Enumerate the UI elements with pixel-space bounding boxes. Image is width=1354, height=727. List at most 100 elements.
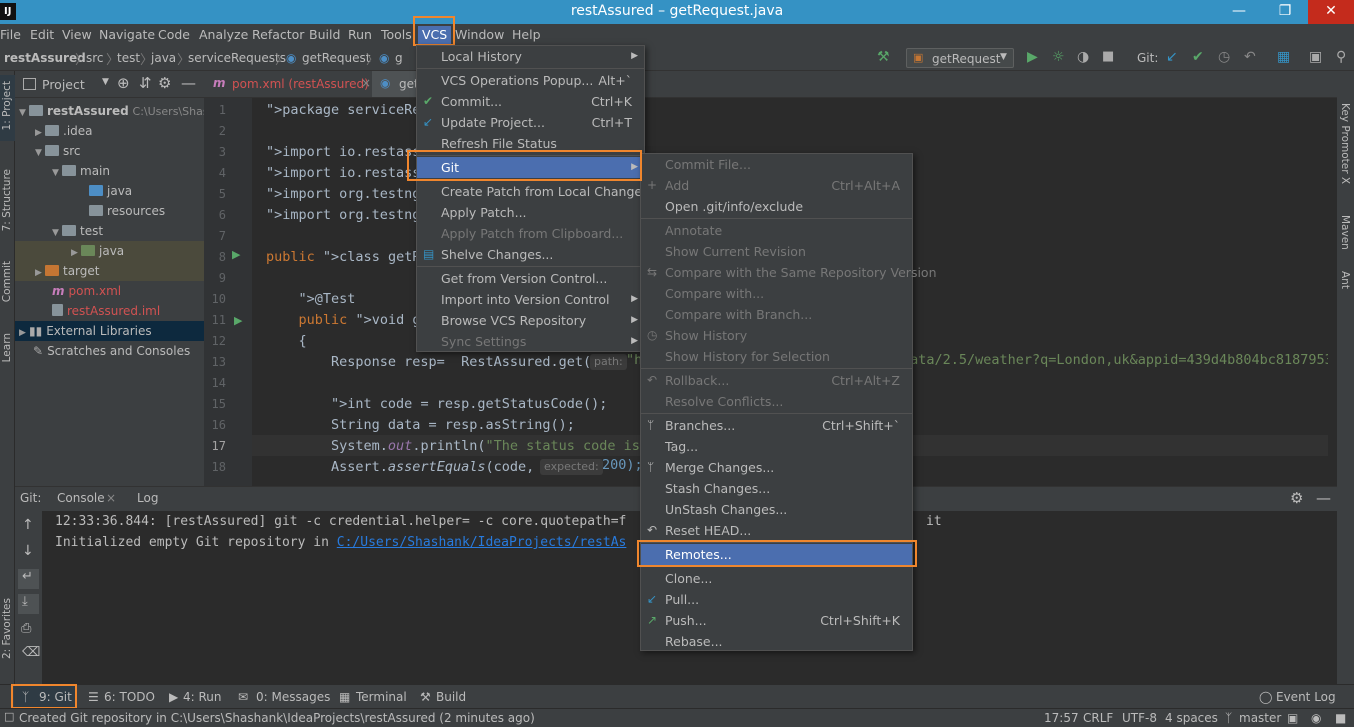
menu-item-commit[interactable]: ✔ Commit... Ctrl+K xyxy=(417,91,644,112)
breadcrumb-src[interactable]: src xyxy=(86,51,104,65)
breadcrumb-java[interactable]: java xyxy=(151,51,176,65)
menu-item-show-current-revision[interactable]: Show Current Revision xyxy=(641,241,912,262)
close-tab-icon[interactable]: × xyxy=(106,491,116,505)
tool-terminal[interactable]: Terminal xyxy=(356,690,407,704)
menu-item-branches[interactable]: ᛘ Branches... Ctrl+Shift+` xyxy=(641,415,912,436)
breadcrumb-test[interactable]: test xyxy=(117,51,140,65)
arrow-up-icon[interactable]: ↑ xyxy=(22,517,34,533)
menu-item-merge-changes[interactable]: ᛘ Merge Changes... xyxy=(641,457,912,478)
menu-item-pull[interactable]: ↙ Pull... xyxy=(641,589,912,610)
menu-item-add[interactable]: + Add Ctrl+Alt+A xyxy=(641,175,912,196)
tab-log[interactable]: Log xyxy=(137,491,158,505)
menu-item-annotate[interactable]: Annotate xyxy=(641,220,912,241)
menu-refactor[interactable]: Refactor xyxy=(252,26,304,44)
menu-item-vcs-operations-popup[interactable]: VCS Operations Popup... Alt+` xyxy=(417,70,644,91)
lock-icon[interactable]: ▣ xyxy=(1287,711,1298,725)
restore-icon[interactable]: ❐ xyxy=(1262,0,1308,24)
menu-analyze[interactable]: Analyze xyxy=(199,26,248,44)
menu-item-resolve-conflicts[interactable]: Resolve Conflicts... xyxy=(641,391,912,412)
trash-icon[interactable]: ⌫ xyxy=(22,645,40,660)
menu-tools[interactable]: Tools xyxy=(381,26,412,44)
git-commit-icon[interactable]: ✔ xyxy=(1192,49,1204,65)
git-update-icon[interactable]: ↙ xyxy=(1166,49,1178,65)
menu-item-rebase[interactable]: Rebase... xyxy=(641,631,912,652)
menu-item-create-patch-from-local-changes[interactable]: Create Patch from Local Changes... xyxy=(417,181,661,202)
key-promoter-tool-tab[interactable]: Key Promoter X xyxy=(1339,103,1351,184)
menu-window[interactable]: Window xyxy=(455,26,504,44)
file-encoding[interactable]: UTF-8 xyxy=(1122,711,1157,725)
repository-path-link[interactable]: C:/Users/Shashank/IdeaProjects/restAs xyxy=(337,535,627,550)
commit-tool-tab[interactable]: Commit xyxy=(1,261,13,302)
breadcrumb-project[interactable]: restAssured xyxy=(4,51,86,65)
menu-item-show-history[interactable]: ◷ Show History xyxy=(641,325,912,346)
project-tool-tab[interactable]: 1: Project xyxy=(1,81,13,130)
line-separator[interactable]: CRLF xyxy=(1083,711,1113,725)
menu-item-compare-with-the-same-repository-version[interactable]: ⇆ Compare with the Same Repository Versio… xyxy=(641,262,937,283)
gear-icon[interactable]: ⚙ xyxy=(1290,489,1303,507)
tree-item-idea[interactable]: ▶ .idea xyxy=(15,121,204,141)
tab-console[interactable]: Console xyxy=(57,491,105,505)
learn-tool-tab[interactable]: Learn xyxy=(1,333,13,362)
tree-item-main-java[interactable]: java xyxy=(15,181,204,201)
tree-item-test-java[interactable]: ▶ java xyxy=(15,241,204,261)
menu-item-update-project[interactable]: ↙ Update Project... Ctrl+T xyxy=(417,112,644,133)
favorites-tool-tab[interactable]: 2: Favorites xyxy=(1,598,13,659)
status-message[interactable]: Created Git repository in C:\Users\Shash… xyxy=(19,711,535,725)
notification-icon[interactable]: ■ xyxy=(1335,711,1346,725)
menu-edit[interactable]: Edit xyxy=(30,26,54,44)
run-icon[interactable]: ▶ xyxy=(1027,49,1038,65)
menu-item-apply-patch-from-clipboard[interactable]: Apply Patch from Clipboard... xyxy=(417,223,644,244)
tool-build[interactable]: Build xyxy=(436,690,466,704)
menu-item-push[interactable]: ↗ Push... Ctrl+Shift+K xyxy=(641,610,912,631)
hide-panel-icon[interactable]: — xyxy=(1316,489,1331,507)
history-icon[interactable]: ◷ xyxy=(1218,49,1230,65)
print-icon[interactable]: ⎙ xyxy=(21,621,31,636)
run-test-icon[interactable]: ▶ xyxy=(234,314,242,327)
tool-messages[interactable]: 0: Messages xyxy=(256,690,330,704)
menu-item-browse-vcs-repository[interactable]: Browse VCS Repository ▶ xyxy=(417,310,644,331)
git-branch[interactable]: master xyxy=(1239,711,1281,725)
tool-run[interactable]: 4: Run xyxy=(183,690,222,704)
menu-item-compare-with[interactable]: Compare with... xyxy=(641,283,912,304)
tree-item-resources[interactable]: resources xyxy=(15,201,204,221)
tree-item-scratches[interactable]: ✎ Scratches and Consoles xyxy=(15,341,204,361)
arrow-down-icon[interactable]: ↓ xyxy=(22,543,34,559)
menu-item-commit-file[interactable]: Commit File... xyxy=(641,154,912,175)
menu-item-stash-changes[interactable]: Stash Changes... xyxy=(641,478,912,499)
minimize-icon[interactable]: — xyxy=(1216,0,1262,24)
menu-item-rollback[interactable]: ↶ Rollback... Ctrl+Alt+Z xyxy=(641,370,912,391)
debug-icon[interactable]: ☼ xyxy=(1052,49,1065,65)
breadcrumb-class[interactable]: getRequest xyxy=(302,51,370,65)
menu-code[interactable]: Code xyxy=(158,26,190,44)
structure-tool-tab[interactable]: 7: Structure xyxy=(1,169,13,231)
tree-item-main[interactable]: ▼ main xyxy=(15,161,204,181)
menu-file[interactable]: File xyxy=(0,26,21,44)
tab-pom[interactable]: m pom.xml (restAssured) × xyxy=(204,71,372,97)
tree-item-target[interactable]: ▶ target xyxy=(15,261,204,281)
close-icon[interactable]: ✕ xyxy=(1308,0,1354,24)
tree-item-iml[interactable]: restAssured.iml xyxy=(15,301,204,321)
collapse-all-icon[interactable]: ⇵ xyxy=(139,74,152,92)
menu-item-compare-with-branch[interactable]: Compare with Branch... xyxy=(641,304,912,325)
gear-icon[interactable]: ⚙ xyxy=(158,74,171,92)
menu-item-sync-settings[interactable]: Sync Settings ▶ xyxy=(417,331,644,352)
breadcrumb-method[interactable]: g xyxy=(395,51,403,65)
tree-item-root[interactable]: ▼ restAssured C:\Users\Shash xyxy=(15,101,216,121)
soft-wrap-icon[interactable]: ↵ xyxy=(18,569,39,589)
menu-item-open-git-info-exclude[interactable]: Open .git/info/exclude xyxy=(641,196,912,217)
run-class-icon[interactable]: ▶ xyxy=(232,248,240,261)
maven-tool-tab[interactable]: Maven xyxy=(1339,215,1351,250)
close-tab-icon[interactable]: × xyxy=(361,76,371,90)
chevron-down-icon[interactable]: ▼ xyxy=(102,77,109,87)
stop-icon[interactable]: ■ xyxy=(1102,49,1114,64)
inspector-icon[interactable]: ◉ xyxy=(1311,711,1321,725)
project-structure-icon[interactable]: ▦ xyxy=(1277,49,1290,65)
rollback-icon[interactable]: ↶ xyxy=(1244,49,1256,65)
toggle-tool-windows-icon[interactable]: □ xyxy=(4,710,14,723)
breadcrumb-package[interactable]: serviceRequests xyxy=(188,51,286,65)
search-icon[interactable]: ⚲ xyxy=(1336,49,1346,65)
tree-item-src[interactable]: ▼ src xyxy=(15,141,204,161)
run-config-dropdown[interactable]: ▣ getRequest ▼ xyxy=(906,48,1014,68)
tree-item-pom[interactable]: m pom.xml xyxy=(15,281,204,301)
tree-item-test[interactable]: ▼ test xyxy=(15,221,204,241)
